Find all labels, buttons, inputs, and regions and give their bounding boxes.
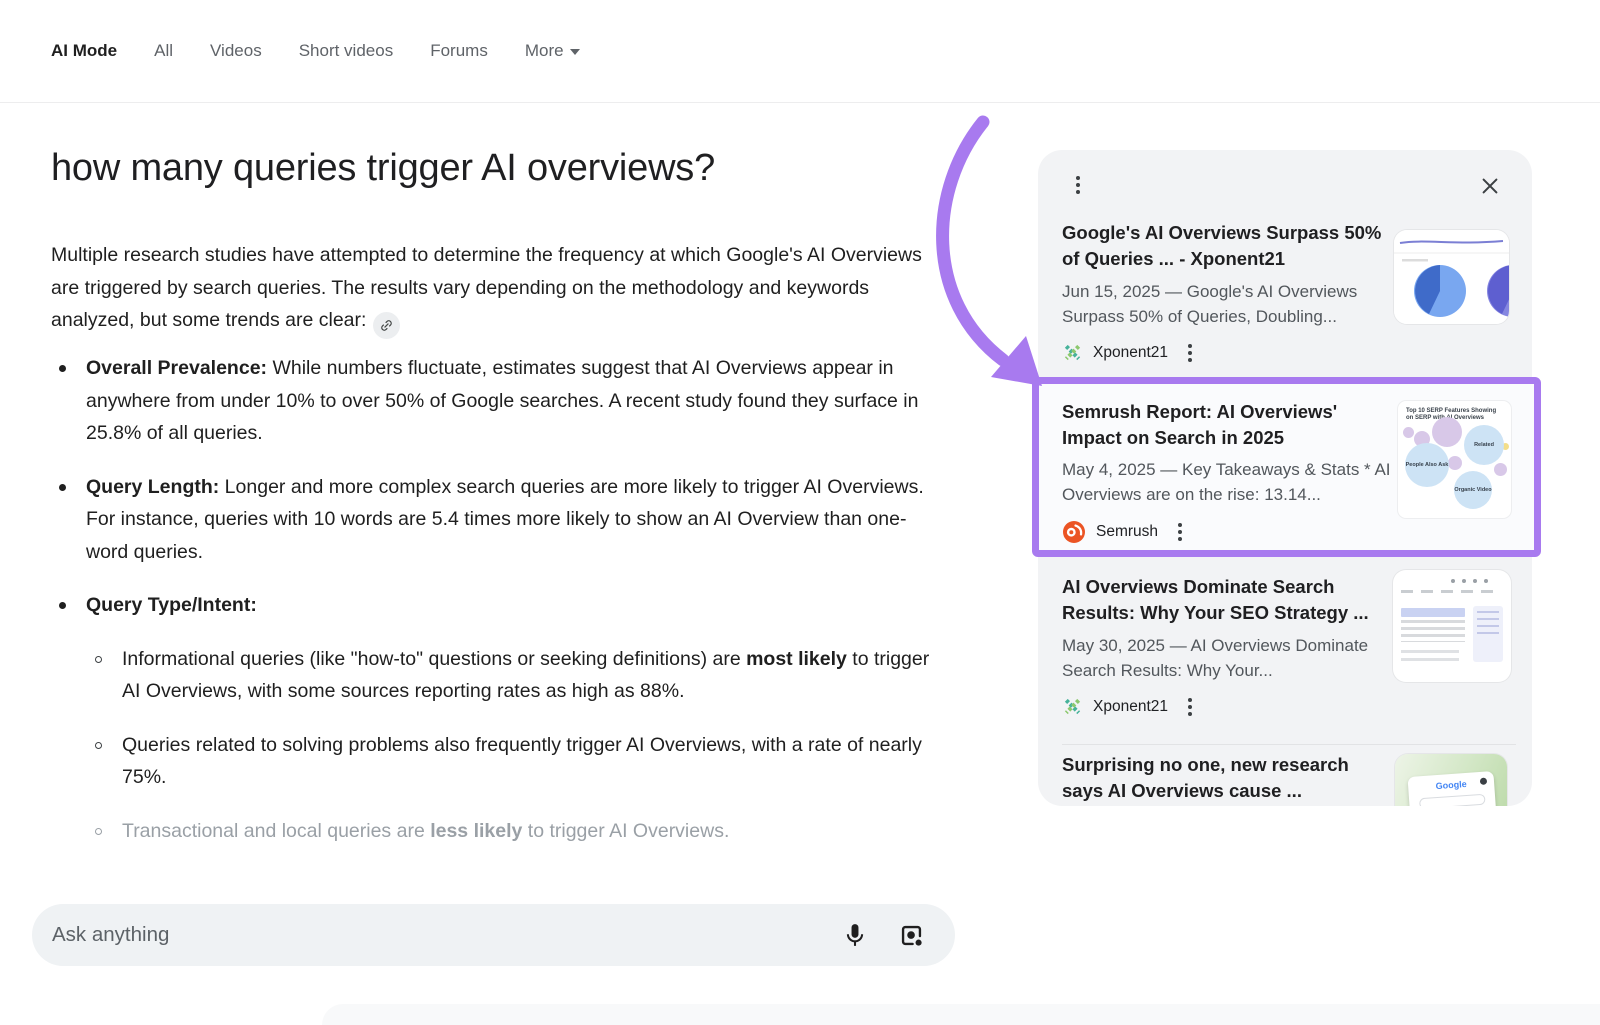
panel-menu-icon[interactable] [1070,176,1086,194]
source-name: Xponent21 [1093,344,1168,362]
tab-all[interactable]: All [154,41,173,61]
card-title: Semrush Report: AI Overviews' Impact on … [1062,399,1392,451]
tab-videos[interactable]: Videos [210,41,262,61]
bullet-marker [59,602,66,609]
card-title: Surprising no one, new research says AI … [1062,752,1390,804]
source-name: Xponent21 [1093,698,1168,716]
card-snippet: May 4, 2025 — Key Takeaways & Stats * AI… [1062,458,1394,507]
google-logo-label: Google [1435,779,1467,791]
bullet-marker [95,656,102,663]
xponent21-logo-icon [1062,342,1083,363]
card-thumbnail-serp-screenshot[interactable] [1393,570,1511,682]
chevron-down-icon [570,49,580,55]
bullet-query-type: Query Type/Intent: [51,589,936,622]
semrush-logo-icon [1062,520,1086,544]
tab-more[interactable]: More [525,41,580,61]
card-title: AI Overviews Dominate Search Results: Wh… [1062,574,1390,626]
card-title: Google's AI Overviews Surpass 50% of Que… [1062,220,1390,272]
close-icon[interactable] [1479,175,1501,197]
card-thumbnail-google-search[interactable]: Google [1395,754,1507,806]
xponent21-logo-icon [1062,696,1083,717]
highlighted-source-card-semrush[interactable]: Semrush Report: AI Overviews' Impact on … [1032,377,1541,557]
next-section-edge [322,1004,1600,1025]
card-snippet: May 30, 2025 — AI Overviews Dominate Sea… [1062,634,1392,683]
bullet-marker [59,365,66,372]
card-menu-icon[interactable] [1172,523,1188,541]
subbullet-problem-solving: Queries related to solving problems also… [51,729,936,794]
answer-bullet-list: Overall Prevalence: While numbers fluctu… [51,352,936,868]
tab-forums[interactable]: Forums [430,41,488,61]
tab-ai-mode[interactable]: AI Mode [51,41,117,61]
ask-input[interactable] [52,923,842,947]
microphone-icon[interactable] [842,922,868,948]
card-menu-icon[interactable] [1182,698,1198,716]
bullet-marker [95,828,102,835]
search-mode-tabs: AI Mode All Videos Short videos Forums M… [0,0,1600,103]
answer-intro: Multiple research studies have attempted… [51,239,935,339]
source-name: Semrush [1096,523,1158,541]
bullet-marker [95,742,102,749]
card-thumbnail-pie-charts[interactable] [1394,230,1509,324]
card-thumbnail-bubble-chart[interactable]: Top 10 SERP Features Showing on SERP wit… [1398,401,1511,518]
card-divider [1062,744,1516,745]
bullet-query-length: Query Length: Longer and more complex se… [51,471,936,569]
card-menu-icon[interactable] [1182,344,1198,362]
lens-camera-icon[interactable] [898,922,925,949]
faded-text-line [60,887,880,896]
citation-link-icon[interactable] [373,312,400,339]
ask-anything-bar[interactable] [32,904,955,966]
tab-short-videos[interactable]: Short videos [299,41,394,61]
page-title: how many queries trigger AI overviews? [51,147,715,190]
card-snippet: Jun 15, 2025 — Google's AI Overviews Sur… [1062,280,1392,329]
bullet-overall-prevalence: Overall Prevalence: While numbers fluctu… [51,352,936,450]
subbullet-transactional: Transactional and local queries are less… [51,815,936,848]
bullet-marker [59,484,66,491]
subbullet-informational: Informational queries (like "how-to" que… [51,643,936,708]
